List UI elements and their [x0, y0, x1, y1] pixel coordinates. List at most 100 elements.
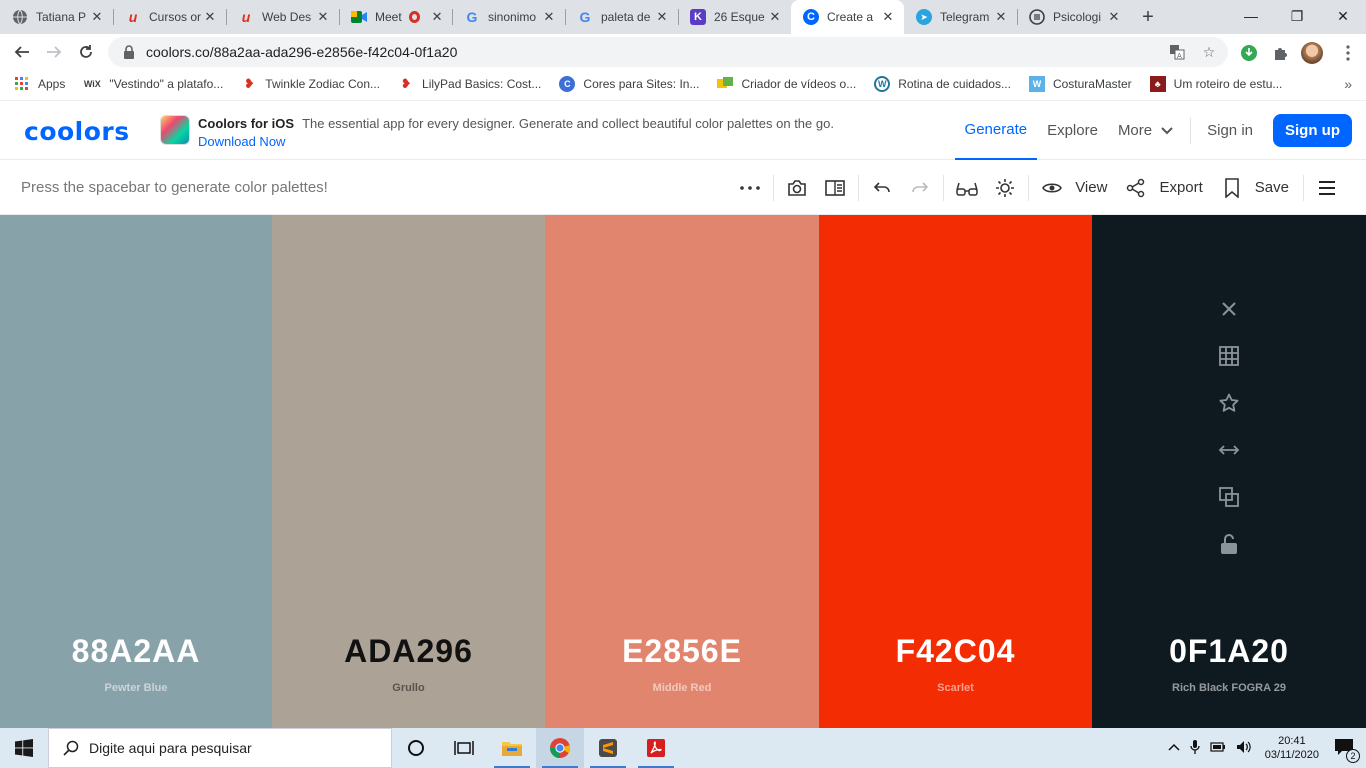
bookmark-cores[interactable]: C Cores para Sites: In...: [559, 76, 699, 92]
avatar[interactable]: [1300, 41, 1324, 65]
tab-cursos[interactable]: u Cursos or ✕: [113, 0, 226, 34]
bookmark-lilypad[interactable]: ❥ LilyPad Basics: Cost...: [398, 76, 542, 92]
translate-icon[interactable]: A: [1168, 43, 1186, 61]
hamburger-menu-icon[interactable]: [1308, 169, 1346, 207]
copy-icon[interactable]: [1217, 485, 1241, 509]
taskbar-search[interactable]: Digite aqui para pesquisar: [48, 728, 392, 768]
color-swatch[interactable]: ADA296 Grullo: [272, 215, 545, 728]
close-icon[interactable]: ✕: [430, 9, 444, 25]
export-button[interactable]: Export: [1159, 179, 1202, 196]
ios-promo[interactable]: Coolors for iOS The essential app for eve…: [160, 115, 834, 149]
k-icon: K: [690, 9, 706, 25]
hex-code[interactable]: F42C04: [819, 633, 1092, 670]
download-extension-icon[interactable]: [1237, 41, 1261, 65]
chrome-icon[interactable]: [536, 728, 584, 768]
close-icon[interactable]: ✕: [1106, 9, 1122, 25]
redo-icon[interactable]: [901, 169, 939, 207]
forward-icon[interactable]: [38, 36, 70, 68]
nav-more[interactable]: More: [1118, 101, 1174, 160]
doc-icon: [1029, 9, 1045, 25]
tab-tatiana[interactable]: Tatiana P ✕: [0, 0, 113, 34]
battery-icon[interactable]: [1210, 741, 1226, 755]
task-view-icon[interactable]: [440, 728, 488, 768]
promo-title: Coolors for iOS: [198, 116, 295, 131]
bookmark-icon[interactable]: [1213, 169, 1251, 207]
close-icon[interactable]: ✕: [767, 9, 783, 25]
eye-icon[interactable]: [1033, 169, 1071, 207]
color-swatch[interactable]: E2856E Middle Red: [545, 215, 819, 728]
close-icon[interactable]: [1217, 297, 1241, 321]
star-icon[interactable]: [1217, 391, 1241, 415]
new-tab-button[interactable]: +: [1134, 0, 1162, 34]
close-icon[interactable]: ✕: [89, 9, 105, 25]
tab-web-des[interactable]: u Web Des ✕: [226, 0, 339, 34]
maximize-icon[interactable]: ❐: [1274, 0, 1320, 32]
star-icon[interactable]: ☆: [1200, 43, 1218, 61]
sublime-text-icon[interactable]: [584, 728, 632, 768]
cortana-icon[interactable]: [392, 728, 440, 768]
tab-psicologia[interactable]: Psicologi ✕: [1017, 0, 1130, 34]
clock[interactable]: 20:41 03/11/2020: [1265, 734, 1319, 762]
puzzle-icon[interactable]: [1268, 41, 1292, 65]
chevron-double-right-icon[interactable]: »: [1344, 76, 1352, 92]
bookmark-costura[interactable]: W CosturaMaster: [1028, 76, 1132, 92]
color-swatch[interactable]: 88A2AA Pewter Blue: [0, 215, 272, 728]
tab-meet[interactable]: Meet ✕: [339, 0, 452, 34]
sign-in-link[interactable]: Sign in: [1207, 101, 1253, 160]
share-icon[interactable]: [1117, 169, 1155, 207]
bookmark-rotina[interactable]: W Rotina de cuidados...: [874, 76, 1011, 92]
tab-coolors[interactable]: C Create a ✕: [791, 0, 904, 34]
bookmark-criador[interactable]: Criador de vídeos o...: [717, 76, 856, 92]
coolors-logo[interactable]: coolors: [24, 117, 130, 146]
nav-explore[interactable]: Explore: [1047, 101, 1098, 160]
microphone-icon[interactable]: [1190, 739, 1200, 758]
tab-esquemas[interactable]: K 26 Esque ✕: [678, 0, 791, 34]
windows-start-icon[interactable]: [0, 728, 48, 768]
close-window-icon[interactable]: ✕: [1320, 0, 1366, 32]
close-icon[interactable]: ✕: [541, 9, 557, 25]
save-button[interactable]: Save: [1255, 179, 1289, 196]
bookmark-twinkle[interactable]: ❥ Twinkle Zodiac Con...: [241, 76, 380, 92]
color-swatch[interactable]: 0F1A20 Rich Black FOGRA 29: [1092, 215, 1366, 728]
tab-telegram[interactable]: ➤ Telegram ✕: [904, 0, 1017, 34]
notification-icon[interactable]: 2: [1334, 738, 1360, 763]
close-icon[interactable]: ✕: [202, 9, 218, 25]
layout-icon[interactable]: [816, 169, 854, 207]
sun-icon[interactable]: [986, 169, 1024, 207]
menu-dots-icon[interactable]: [1336, 41, 1360, 65]
drag-arrows-icon[interactable]: [1217, 438, 1241, 462]
close-icon[interactable]: ✕: [993, 9, 1009, 25]
more-options-icon[interactable]: [731, 169, 769, 207]
back-icon[interactable]: [6, 36, 38, 68]
close-icon[interactable]: ✕: [654, 9, 670, 25]
tab-paleta[interactable]: G paleta de ✕: [565, 0, 678, 34]
color-swatch[interactable]: F42C04 Scarlet: [819, 215, 1092, 728]
hex-code[interactable]: 0F1A20: [1092, 633, 1366, 670]
tab-sinonimo[interactable]: G sinonimo ✕: [452, 0, 565, 34]
file-explorer-icon[interactable]: [488, 728, 536, 768]
undo-icon[interactable]: [863, 169, 901, 207]
view-button[interactable]: View: [1075, 179, 1107, 196]
sign-up-button[interactable]: Sign up: [1273, 114, 1352, 147]
camera-icon[interactable]: [778, 169, 816, 207]
acrobat-icon[interactable]: [632, 728, 680, 768]
unlock-icon[interactable]: [1217, 532, 1241, 556]
address-bar[interactable]: coolors.co/88a2aa-ada296-e2856e-f42c04-0…: [108, 37, 1228, 67]
bookmark-vestindo[interactable]: WiX "Vestindo" a platafo...: [83, 76, 223, 92]
hex-code[interactable]: 88A2AA: [0, 633, 272, 670]
reload-icon[interactable]: [70, 36, 102, 68]
close-icon[interactable]: ✕: [315, 9, 331, 25]
bookmark-roteiro[interactable]: ♣ Um roteiro de estu...: [1149, 76, 1282, 92]
grid-icon[interactable]: [1217, 344, 1241, 368]
bookmark-apps[interactable]: Apps: [14, 76, 65, 92]
close-icon[interactable]: ✕: [880, 9, 896, 25]
hex-code[interactable]: E2856E: [545, 633, 819, 670]
volume-icon[interactable]: [1236, 740, 1252, 757]
chevron-up-icon[interactable]: [1168, 742, 1180, 754]
google-icon: G: [466, 9, 478, 25]
minimize-icon[interactable]: —: [1228, 0, 1274, 32]
nav-generate[interactable]: Generate: [954, 101, 1038, 160]
download-now-link[interactable]: Download Now: [198, 134, 834, 149]
glasses-icon[interactable]: [948, 169, 986, 207]
hex-code[interactable]: ADA296: [272, 633, 545, 670]
